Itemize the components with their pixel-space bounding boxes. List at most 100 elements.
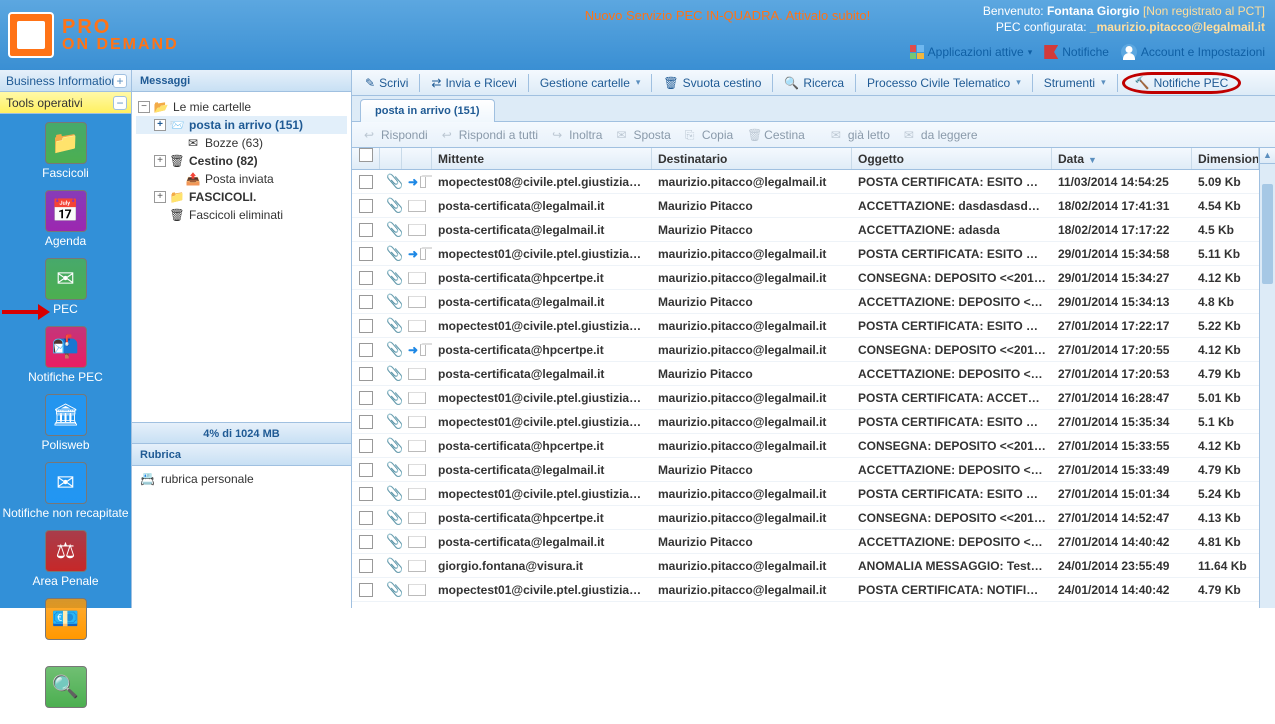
row-checkbox[interactable] [359, 535, 373, 549]
rispondi-button[interactable]: ↩Rispondi [358, 126, 434, 144]
col-destinatario[interactable]: Destinatario [652, 148, 852, 169]
pec-email-link[interactable]: _maurizio.pitacco@legalmail.it [1090, 20, 1265, 34]
tool-pec[interactable]: ✉PEC [0, 258, 131, 316]
col-oggetto[interactable]: Oggetto [852, 148, 1052, 169]
tree-collapse-icon[interactable]: − [138, 101, 150, 113]
row-checkbox[interactable] [359, 391, 373, 405]
attachment-icon[interactable]: 📎 [386, 221, 402, 237]
rispondi-tutti-button[interactable]: ↩Rispondi a tutti [436, 126, 544, 144]
message-row[interactable]: 📎mopectest01@civile.ptel.giustiziacert.i… [352, 386, 1259, 410]
menu-account[interactable]: Account e Impostazioni [1121, 44, 1265, 60]
accordion-business-info[interactable]: Business Information + [0, 70, 131, 92]
folder-bozze[interactable]: ✉ Bozze (63) [136, 134, 347, 152]
col-attachment[interactable] [380, 148, 402, 169]
tool-consultazione-reginde[interactable]: 🔍Consultazione RegIndE [0, 666, 131, 724]
copia-button[interactable]: ⎘Copia [679, 126, 739, 144]
folder-inbox[interactable]: + 📨 posta in arrivo (151) [136, 116, 347, 134]
tree-expand-icon[interactable]: + [154, 119, 166, 131]
message-row[interactable]: 📎posta-certificata@legalmail.itMaurizio … [352, 458, 1259, 482]
row-checkbox[interactable] [359, 511, 373, 525]
row-checkbox[interactable] [359, 343, 373, 357]
tab-inbox[interactable]: posta in arrivo (151) [360, 99, 495, 122]
cestina-button[interactable]: 🗑Cestina [741, 126, 811, 144]
attachment-icon[interactable]: 📎 [386, 173, 402, 189]
folder-cestino[interactable]: + 🗑 Cestino (82) [136, 152, 347, 170]
collapse-icon[interactable]: − [113, 96, 127, 110]
attachment-icon[interactable]: 📎 [386, 509, 402, 525]
tool-spese-giustizia[interactable]: 💶Spese Giustizia [0, 598, 131, 656]
col-status[interactable] [402, 148, 432, 169]
message-row[interactable]: 📎posta-certificata@hpcertpe.itmaurizio.p… [352, 266, 1259, 290]
message-row[interactable]: 📎➜posta-certificata@hpcertpe.itmaurizio.… [352, 338, 1259, 362]
col-dimensioni[interactable]: Dimensioni [1192, 148, 1259, 169]
col-mittente[interactable]: Mittente [432, 148, 652, 169]
row-checkbox[interactable] [359, 223, 373, 237]
message-row[interactable]: 📎mopectest01@civile.ptel.giustiziacert.i… [352, 578, 1259, 602]
folder-fascicoli-eliminati[interactable]: 🗑 Fascicoli eliminati [136, 206, 347, 224]
message-row[interactable]: 📎posta-certificata@hpcertpe.itmaurizio.p… [352, 434, 1259, 458]
message-list[interactable]: 📎➜mopectest08@civile.ptel.giustiziacert.… [352, 170, 1259, 608]
tool-area-penale[interactable]: ⚖Area Penale [0, 530, 131, 588]
message-row[interactable]: 📎➜mopectest08@civile.ptel.giustiziacert.… [352, 170, 1259, 194]
tool-polisweb[interactable]: 🏛Polisweb [0, 394, 131, 452]
attachment-icon[interactable]: 📎 [386, 413, 402, 429]
row-checkbox[interactable] [359, 367, 373, 381]
menu-notifiche[interactable]: Notifiche [1044, 45, 1109, 59]
attachment-icon[interactable]: 📎 [386, 197, 402, 213]
row-checkbox[interactable] [359, 415, 373, 429]
attachment-icon[interactable]: 📎 [386, 533, 402, 549]
tool-notifiche-pec[interactable]: 📬Notifiche PEC [0, 326, 131, 384]
tool-fascicoli[interactable]: 📁Fascicoli [0, 122, 131, 180]
col-data[interactable]: Data▼ [1052, 148, 1192, 169]
row-checkbox[interactable] [359, 583, 373, 597]
row-checkbox[interactable] [359, 295, 373, 309]
row-checkbox[interactable] [359, 175, 373, 189]
scrollbar-thumb[interactable] [1262, 184, 1273, 284]
attachment-icon[interactable]: 📎 [386, 365, 402, 381]
gestione-cartelle-button[interactable]: Gestione cartelle [533, 73, 648, 93]
attachment-icon[interactable]: 📎 [386, 557, 402, 573]
attachment-icon[interactable]: 📎 [386, 437, 402, 453]
row-checkbox[interactable] [359, 559, 373, 573]
tree-expand-icon[interactable]: + [154, 155, 166, 167]
row-checkbox[interactable] [359, 439, 373, 453]
message-row[interactable]: 📎posta-certificata@legalmail.itMaurizio … [352, 194, 1259, 218]
attachment-icon[interactable]: 📎 [386, 389, 402, 405]
tree-expand-icon[interactable]: + [154, 191, 166, 203]
attachment-icon[interactable]: 📎 [386, 245, 402, 261]
message-row[interactable]: 📎➜mopectest01@civile.ptel.giustiziacert.… [352, 242, 1259, 266]
menu-apps[interactable]: Applicazioni attive▾ [910, 45, 1033, 59]
row-checkbox[interactable] [359, 199, 373, 213]
message-row[interactable]: 📎posta-certificata@hpcertpe.itmaurizio.p… [352, 506, 1259, 530]
attachment-icon[interactable]: 📎 [386, 293, 402, 309]
message-row[interactable]: 📎posta-certificata@legalmail.itMaurizio … [352, 362, 1259, 386]
notifiche-pec-button[interactable]: 🔨Notifiche PEC [1122, 72, 1242, 94]
row-checkbox[interactable] [359, 247, 373, 261]
accordion-tools[interactable]: Tools operativi − [0, 92, 131, 114]
message-row[interactable]: 📎giorgio.fontana@visura.itmaurizio.pitac… [352, 554, 1259, 578]
expand-icon[interactable]: + [113, 74, 127, 88]
scrivi-button[interactable]: ✎Scrivi [358, 73, 415, 93]
row-checkbox[interactable] [359, 463, 373, 477]
da-leggere-button[interactable]: ✉da leggere [898, 126, 984, 144]
message-row[interactable]: 📎posta-certificata@legalmail.itMaurizio … [352, 530, 1259, 554]
strumenti-button[interactable]: Strumenti [1037, 73, 1113, 93]
message-row[interactable]: 📎mopectest01@civile.ptel.giustiziacert.i… [352, 410, 1259, 434]
gia-letto-button[interactable]: ✉già letto [825, 126, 896, 144]
col-checkbox[interactable] [352, 148, 380, 169]
scrollbar-vertical[interactable]: ▲ [1259, 148, 1275, 608]
attachment-icon[interactable]: 📎 [386, 341, 402, 357]
row-checkbox[interactable] [359, 271, 373, 285]
tool-notifiche-non-recapitate[interactable]: ✉Notifiche non recapitate [0, 462, 131, 520]
attachment-icon[interactable]: 📎 [386, 581, 402, 597]
attachment-icon[interactable]: 📎 [386, 269, 402, 285]
pct-button[interactable]: Processo Civile Telematico [860, 73, 1028, 93]
tool-agenda[interactable]: 📅Agenda [0, 190, 131, 248]
svuota-cestino-button[interactable]: 🗑Svuota cestino [656, 73, 768, 93]
scroll-up-icon[interactable]: ▲ [1260, 148, 1275, 164]
attachment-icon[interactable]: 📎 [386, 461, 402, 477]
folder-fascicoli[interactable]: + 📁 FASCICOLI. [136, 188, 347, 206]
folder-posta-inviata[interactable]: 📤 Posta inviata [136, 170, 347, 188]
attachment-icon[interactable]: 📎 [386, 317, 402, 333]
inoltra-button[interactable]: ↪Inoltra [546, 126, 608, 144]
